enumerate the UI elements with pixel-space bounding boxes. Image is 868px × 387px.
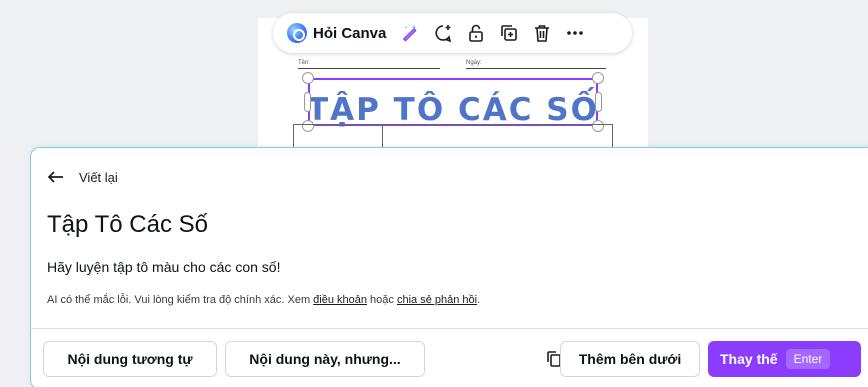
replace-label: Thay thế bbox=[720, 351, 778, 367]
back-row: Viết lại bbox=[47, 168, 118, 186]
resize-handle-left[interactable] bbox=[304, 92, 311, 112]
duplicate-icon[interactable] bbox=[494, 18, 524, 48]
resize-handle-right[interactable] bbox=[595, 92, 602, 112]
disclaimer-end: . bbox=[477, 294, 481, 306]
similar-content-button[interactable]: Nội dung tương tự bbox=[43, 341, 217, 377]
terms-link[interactable]: điều khoản bbox=[313, 294, 367, 306]
disclaimer-mid: hoặc bbox=[367, 294, 397, 306]
name-label: Tên: bbox=[298, 60, 311, 66]
resize-handle-top-left[interactable] bbox=[302, 72, 314, 84]
disclaimer-text: AI có thể mắc lỗi. Vui lòng kiểm tra độ … bbox=[47, 294, 314, 306]
comment-add-icon[interactable] bbox=[428, 18, 458, 48]
panel-divider bbox=[31, 328, 868, 329]
ask-canva-label: Hỏi Canva bbox=[313, 24, 387, 42]
selection-box bbox=[308, 78, 598, 126]
date-label: Ngày: bbox=[466, 60, 482, 66]
magic-edit-icon[interactable] bbox=[395, 18, 425, 48]
this-but-button[interactable]: Nội dung này, nhưng... bbox=[225, 341, 425, 377]
floating-toolbar: Hỏi Canva bbox=[273, 13, 632, 53]
canva-ai-icon bbox=[287, 23, 307, 43]
replace-button[interactable]: Thay thế Enter bbox=[708, 341, 861, 377]
date-line bbox=[466, 68, 606, 69]
feedback-link[interactable]: chia sẻ phản hồi bbox=[397, 294, 477, 306]
action-bar: Nội dung tương tự Nội dung này, nhưng...… bbox=[43, 341, 868, 377]
add-below-button[interactable]: Thêm bên dưới bbox=[560, 341, 700, 377]
name-line bbox=[298, 68, 440, 69]
back-label: Viết lại bbox=[79, 169, 118, 185]
more-icon[interactable] bbox=[560, 18, 590, 48]
resize-handle-top-right[interactable] bbox=[592, 72, 604, 84]
ai-disclaimer: AI có thể mắc lỗi. Vui lòng kiểm tra độ … bbox=[47, 294, 480, 306]
suggestion-body: Hãy luyện tập tô màu cho các con số! bbox=[47, 259, 281, 275]
suggestion-title: Tập Tô Các Số bbox=[47, 211, 208, 238]
ask-canva-button[interactable]: Hỏi Canva bbox=[281, 17, 392, 49]
unlock-icon[interactable] bbox=[461, 18, 491, 48]
rewrite-panel: Viết lại Tập Tô Các Số Hãy luyện tập tô … bbox=[30, 147, 868, 387]
delete-icon[interactable] bbox=[527, 18, 557, 48]
back-arrow-icon[interactable] bbox=[47, 168, 65, 186]
enter-shortcut-badge: Enter bbox=[785, 349, 831, 369]
